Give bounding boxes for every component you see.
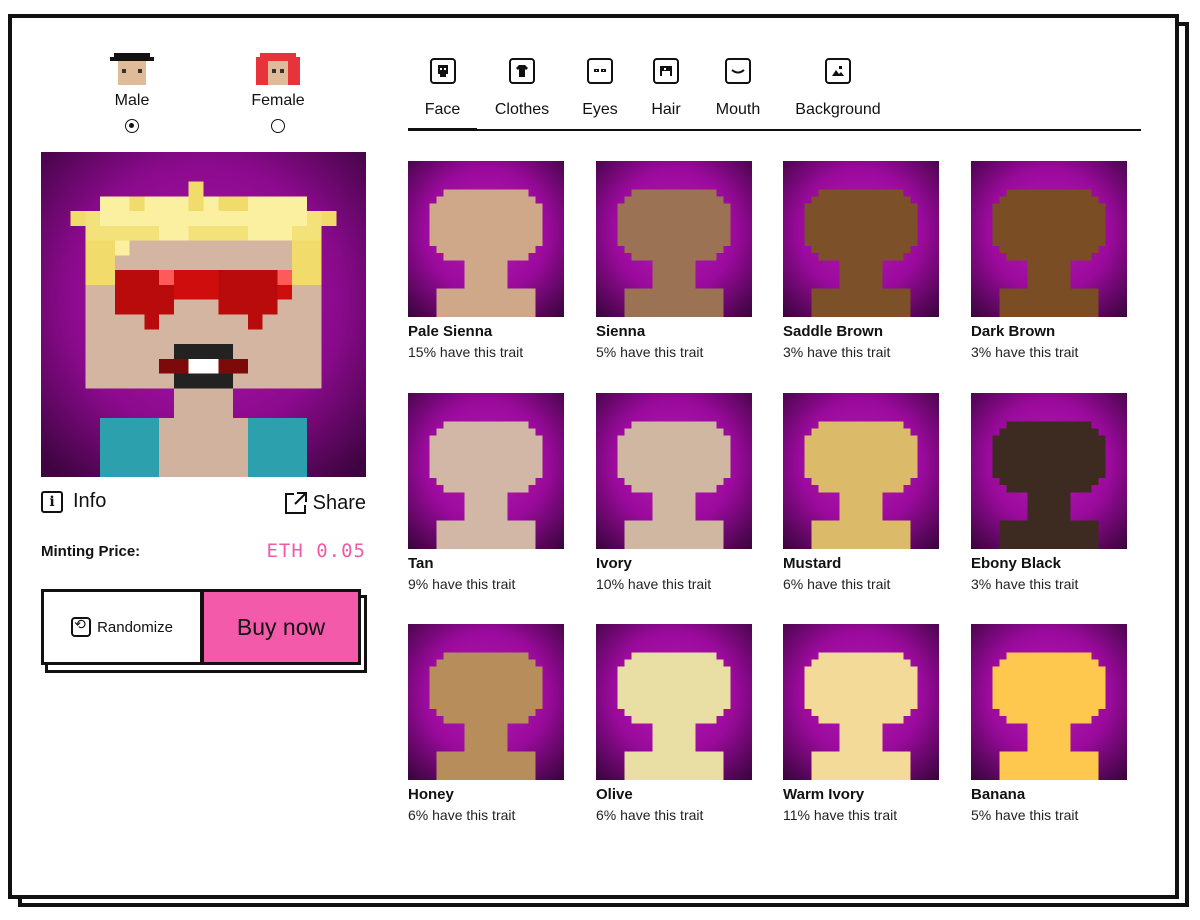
trait-card[interactable]: Tan 9% have this trait [408,393,564,592]
trait-card[interactable]: Ivory 10% have this trait [596,393,752,592]
trait-card[interactable]: Olive 6% have this trait [596,624,752,823]
trait-rarity: 3% have this trait [783,344,891,360]
minting-price-value: ETH 0.05 [266,540,366,562]
trait-name: Sienna [596,323,646,340]
trait-thumbnail [596,624,752,780]
trait-rarity: 3% have this trait [971,344,1079,360]
info-button[interactable]: i Info [41,490,106,513]
gender-radio-female[interactable] [271,119,285,133]
buy-now-label: Buy now [236,613,326,640]
gender-radio-male[interactable] [125,119,139,133]
mouth-icon [725,58,751,84]
trait-thumbnail [783,624,939,780]
trait-thumbnail [971,393,1127,549]
buy-now-button[interactable]: Buy now [201,589,361,665]
tab-background[interactable]: Background [794,58,882,119]
trait-name: Olive [596,786,633,803]
tab-label: Face [424,101,461,118]
trait-rarity: 6% have this trait [596,807,704,823]
trait-rarity: 6% have this trait [408,807,516,823]
trait-card[interactable]: Dark Brown 3% have this trait [971,161,1127,360]
tabs-divider [408,129,1141,131]
tab-label: Eyes [582,101,618,118]
trait-name: Banana [971,786,1026,803]
tab-label: Background [795,101,881,118]
shirt-icon [509,58,535,84]
trait-name: Honey [408,786,454,803]
tab-face[interactable]: Face [408,58,477,131]
trait-rarity: 15% have this trait [408,344,524,360]
randomize-icon [71,616,92,637]
info-icon: i [41,490,63,513]
trait-name: Warm Ivory [783,786,865,803]
tab-clothes[interactable]: Clothes [493,58,551,119]
trait-card[interactable]: Honey 6% have this trait [408,624,564,823]
trait-name: Ivory [596,555,632,572]
tab-hair[interactable]: Hair [648,58,684,119]
tab-mouth[interactable]: Mouth [712,58,764,119]
trait-rarity: 11% have this trait [783,807,898,823]
share-button[interactable]: Share [283,490,366,516]
trait-thumbnail [971,161,1127,317]
trait-thumbnail [783,393,939,549]
trait-card[interactable]: Mustard 6% have this trait [783,393,939,592]
image-icon [825,58,851,84]
face-icon [429,58,456,84]
gender-option-female[interactable]: Female [228,52,328,133]
hair-icon [653,58,679,84]
trait-tabs: Face Clothes Eyes Hair Mouth Background [408,58,1141,132]
trait-rarity: 9% have this trait [408,576,516,592]
trait-card[interactable]: Banana 5% have this trait [971,624,1127,823]
eyes-icon [587,58,613,84]
tab-eyes[interactable]: Eyes [580,58,620,119]
trait-card[interactable]: Pale Sienna 15% have this trait [408,161,564,360]
trait-name: Saddle Brown [783,323,884,340]
trait-name: Pale Sienna [408,323,493,340]
trait-thumbnail [408,393,564,549]
trait-name: Tan [408,555,434,572]
tab-label: Clothes [494,101,550,118]
share-icon [284,492,307,514]
trait-rarity: 5% have this trait [971,807,1079,823]
trait-card[interactable]: Saddle Brown 3% have this trait [783,161,939,360]
female-avatar-icon [256,53,300,85]
preview-actions: i Info Share [41,490,366,520]
trait-card[interactable]: Ebony Black 3% have this trait [971,393,1127,592]
trait-thumbnail [783,161,939,317]
trait-name: Dark Brown [971,323,1056,340]
minting-price-label: Minting Price: [41,543,141,560]
minting-price: Minting Price: ETH 0.05 [41,540,366,564]
male-avatar-icon [110,53,154,85]
trait-rarity: 5% have this trait [596,344,704,360]
tab-label: Hair [651,101,681,118]
trait-rarity: 6% have this trait [783,576,891,592]
trait-rarity: 10% have this trait [596,576,712,592]
gender-label: Female [251,92,305,109]
trait-card[interactable]: Sienna 5% have this trait [596,161,752,360]
info-label: Info [73,490,107,512]
trait-name: Ebony Black [971,555,1062,572]
trait-thumbnail [596,393,752,549]
trait-thumbnail [971,624,1127,780]
trait-thumbnail [408,161,564,317]
tab-label: Mouth [715,101,761,118]
gender-option-male[interactable]: Male [82,52,182,133]
trait-rarity: 3% have this trait [971,576,1079,592]
trait-thumbnail [408,624,564,780]
avatar-preview [41,152,366,477]
trait-card[interactable]: Warm Ivory 11% have this trait [783,624,939,823]
action-buttons: Randomize Buy now [41,589,369,674]
share-label: Share [312,491,366,514]
trait-thumbnail [596,161,752,317]
randomize-button[interactable]: Randomize [41,589,203,665]
trait-name: Mustard [783,555,842,572]
gender-label: Male [114,92,150,109]
randomize-label: Randomize [97,618,173,636]
